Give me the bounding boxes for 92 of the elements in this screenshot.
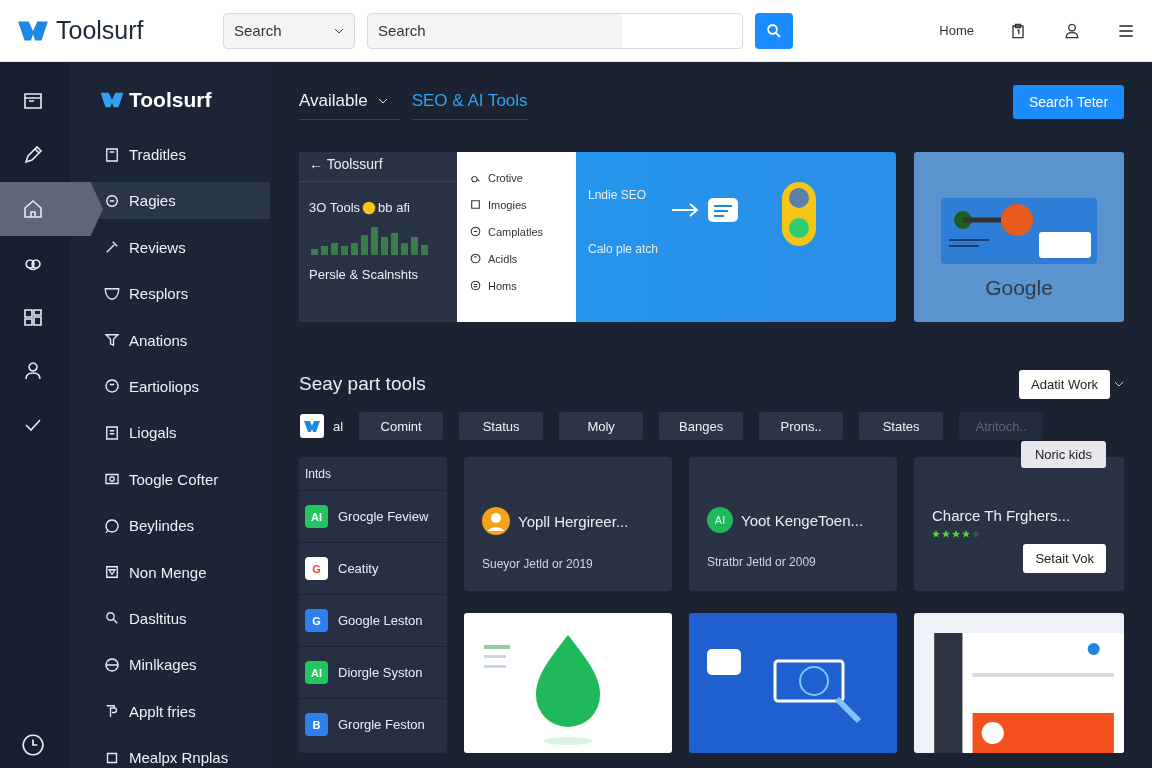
logo-text: Toolsurf (129, 88, 212, 112)
rail-tab-active[interactable] (0, 182, 103, 236)
menu-item-icon (469, 252, 482, 265)
headline: 3O Tools (309, 200, 361, 215)
star-icon (972, 530, 980, 538)
rail-icon (21, 197, 45, 221)
star-icon (942, 530, 950, 538)
sidebar-item[interactable]: Dasltitus (87, 599, 270, 637)
item-label: Grorgle Feston (338, 717, 425, 732)
app-badge: AI (305, 505, 328, 528)
menu-item[interactable]: Homs (469, 272, 576, 299)
item-label: Diorgle Syston (338, 665, 423, 680)
star-icon (962, 530, 970, 538)
chevron-icon (377, 97, 388, 104)
ai-badge: AI (707, 507, 733, 533)
card-subtitle: Stratbr Jetld or 2009 (707, 555, 817, 569)
app-badge: G (305, 557, 328, 580)
item-icon (103, 655, 121, 674)
filter-chip[interactable]: Moly (559, 412, 644, 440)
filter-chip[interactable]: Comint (359, 412, 444, 440)
clock-icon[interactable] (20, 732, 46, 758)
category-link[interactable]: SEO & AI Tools (411, 84, 528, 120)
card-title: Google (985, 276, 1053, 300)
item-icon (103, 145, 121, 164)
menu-item[interactable]: Crotive (469, 164, 576, 191)
star-icon (932, 530, 940, 538)
menu-item-icon (469, 198, 482, 211)
menu-item-icon (469, 225, 482, 238)
sidebar-item[interactable]: Toogle Cofter (87, 460, 270, 498)
sidebar-item[interactable]: Liogals (87, 414, 270, 452)
menu-item-icon (469, 279, 482, 292)
sidebar-item[interactable]: Reviews (87, 228, 270, 266)
sidebar-item[interactable]: Eartioliops (87, 367, 270, 405)
search-button[interactable] (755, 12, 793, 49)
chevron-icon[interactable] (1114, 381, 1124, 387)
avatar-icon (482, 507, 510, 535)
promo-caption: Calo ple atch (588, 242, 659, 256)
sidebar-item[interactable]: Non Menge (87, 553, 270, 591)
filter-dropdown[interactable]: Available (299, 84, 400, 120)
sidebar-item[interactable]: Applt fries (87, 692, 270, 730)
list-heading: Intds (304, 466, 332, 483)
action-button[interactable]: Adatit Work (1019, 369, 1110, 399)
app-badge: B (305, 713, 328, 736)
item-label: Ceatity (338, 561, 379, 576)
item-label: Grocgle Feview (338, 509, 429, 524)
menu-item[interactable]: Acidls (469, 245, 576, 272)
search-icon (765, 21, 783, 40)
chevron-icon (334, 27, 344, 34)
menu-item[interactable]: Camplatles (469, 218, 576, 245)
card-title: Charce Th Frghers... (932, 507, 1072, 524)
item-icon (103, 377, 121, 396)
list-item[interactable]: G Google Leston (299, 594, 447, 646)
item-label: Google Leston (338, 613, 423, 628)
headline: bb afi (378, 200, 410, 215)
logo-icon (299, 414, 325, 438)
sidebar-item[interactable]: Minlkages (87, 646, 270, 684)
list-item[interactable]: B Grorgle Feston (299, 698, 447, 750)
sidebar-item[interactable]: Traditles (87, 136, 270, 173)
menu-item[interactable]: Imogies (469, 191, 576, 218)
scope-dropdown[interactable]: Search (223, 12, 355, 49)
list-item[interactable]: AI Grocgle Feview (299, 490, 447, 542)
tooltip: Noric kids (1020, 441, 1106, 468)
home-link[interactable]: Home (939, 23, 974, 38)
sidebar-item[interactable]: Mealpx Rnplas (87, 739, 270, 768)
tool-card[interactable]: Yopll Hergireer... Sueyor Jetld or 2019 (464, 457, 672, 591)
item-icon (103, 516, 121, 535)
section-title: Seay part tools (299, 373, 426, 395)
star-icon (952, 530, 960, 538)
filter-chip[interactable]: Status (459, 412, 544, 440)
item-icon (103, 423, 121, 442)
list-item[interactable]: AI Diorgle Syston (299, 646, 447, 698)
app-badge: AI (305, 661, 328, 684)
sidebar-item[interactable]: Resplors (87, 275, 270, 313)
card-subtitle: Sueyor Jetld or 2019 (482, 557, 594, 571)
tool-card[interactable]: AI Yoot KengeToen... Stratbr Jetld or 2009 (689, 457, 897, 591)
logo-icon (99, 90, 125, 110)
filter-chip[interactable]: Banges (659, 412, 744, 440)
sidebar-item[interactable]: Anations (87, 321, 270, 359)
search-field[interactable]: Search (367, 12, 743, 49)
logo-text: Toolsurf (56, 16, 144, 45)
card-title: Yopll Hergireer... (518, 512, 629, 530)
item-icon (103, 563, 121, 581)
filter-chip[interactable]: Prons.. (759, 412, 844, 440)
filter-chip[interactable]: States (859, 412, 944, 440)
banner-caption: Persle & Scalnshts (309, 267, 420, 282)
list-item[interactable]: G Ceatity (299, 542, 447, 594)
promo-title: Lndie SEO (588, 188, 648, 202)
card-button[interactable]: Setait Vok (1023, 544, 1106, 573)
app-badge: G (305, 609, 328, 632)
filter-label: al (333, 418, 344, 434)
card-title: Yoot KengeToen... (741, 511, 864, 529)
sidebar-item[interactable]: Beylindes (87, 507, 270, 545)
